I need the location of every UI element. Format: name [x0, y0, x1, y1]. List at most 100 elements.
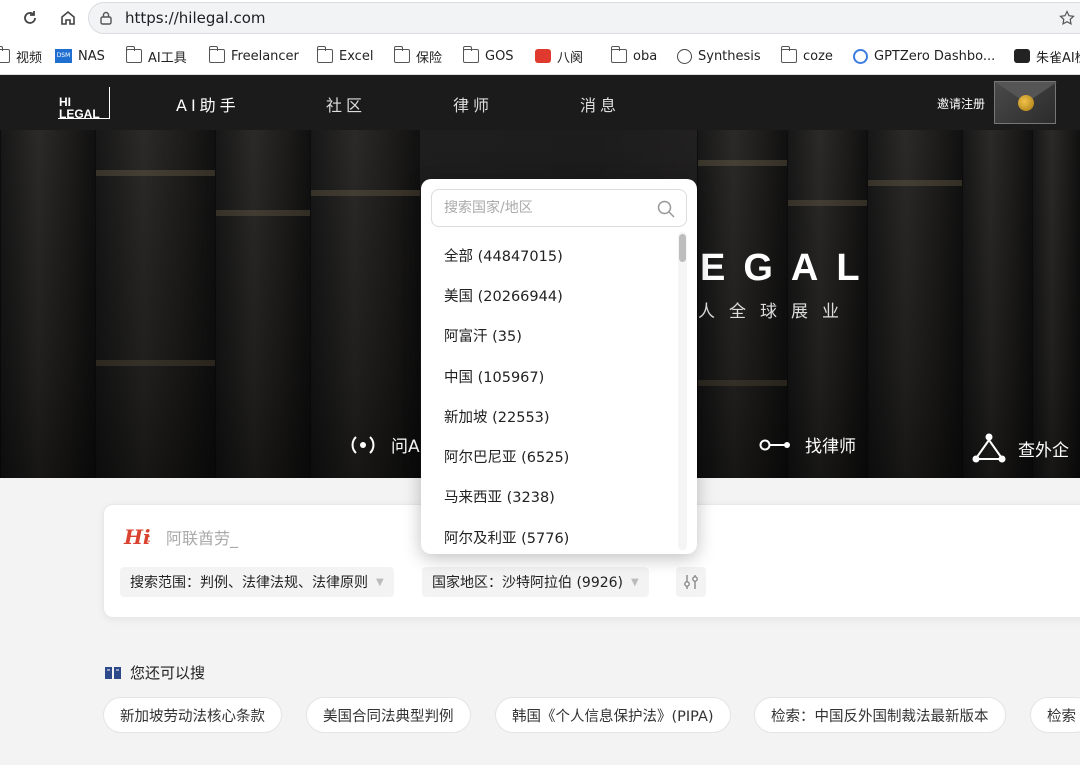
suggestions-title: 您还可以搜 — [104, 662, 205, 683]
folder-icon — [780, 46, 797, 63]
address-bar[interactable]: https://hilegal.com — [88, 2, 1080, 34]
bookmark-item[interactable]: 八阕 — [535, 46, 583, 66]
search-scope-select[interactable]: 搜索范围：判例、法律法规、法律原则 ▼ — [120, 567, 394, 597]
region-select[interactable]: 国家地区：沙特阿拉伯 (9926) ▼ — [422, 567, 649, 597]
dropdown-scroll-track[interactable] — [678, 232, 687, 550]
bookmark-label: GPTZero Dashbo... — [874, 48, 996, 64]
ask-ai-action[interactable]: 问A — [347, 432, 420, 457]
envelope-icon[interactable] — [994, 81, 1057, 124]
folder-icon — [316, 46, 333, 63]
site-info-icon[interactable] — [99, 11, 113, 25]
suggestion-chip[interactable]: 检索 — [1030, 697, 1080, 733]
chevron-down-icon: ▼ — [631, 576, 639, 588]
bookmark-label: 保险 — [416, 50, 443, 66]
dsm-icon: DSM — [55, 49, 72, 63]
key-icon — [759, 439, 790, 450]
folder-icon — [125, 46, 142, 63]
nav-community[interactable]: 社区 — [326, 92, 366, 116]
network-icon — [972, 433, 1006, 463]
search-foreign-company-label: 查外企 — [1018, 440, 1069, 461]
globe-icon — [677, 48, 692, 64]
bookmark-item[interactable]: GOS — [462, 46, 514, 66]
home-icon[interactable] — [56, 6, 80, 30]
region-option[interactable]: 美国 (20266944) — [421, 275, 681, 315]
logo-line-2: LEGAL — [59, 107, 100, 121]
bookmark-label: oba — [633, 48, 658, 64]
reload-icon[interactable] — [18, 6, 42, 30]
folder-icon — [0, 46, 10, 63]
suggestion-chip[interactable]: 美国合同法典型判例 — [306, 697, 471, 733]
folder-icon — [208, 46, 225, 63]
region-option-list: 全部 (44847015) 美国 (20266944) 阿富汗 (35) 中国 … — [421, 235, 681, 554]
search-foreign-company-action[interactable]: 查外企 — [972, 432, 1069, 464]
bookmark-label: AI工具 — [148, 50, 187, 66]
suggestion-chip[interactable]: 新加坡劳动法核心条款 — [103, 697, 282, 733]
red-app-icon — [535, 49, 551, 63]
bookmark-item[interactable]: Synthesis — [677, 46, 761, 66]
bookmark-item[interactable]: 保险 — [393, 46, 443, 66]
nav-lawyers[interactable]: 律师 — [453, 92, 493, 116]
url-text: https://hilegal.com — [125, 9, 266, 27]
nav-messages[interactable]: 消息 — [580, 92, 620, 116]
region-option[interactable]: 阿富汗 (35) — [421, 316, 681, 356]
chevron-down-icon: ▼ — [376, 576, 384, 588]
invite-register-link[interactable]: 邀请注册 — [937, 95, 985, 112]
region-option[interactable]: 新加坡 (22553) — [421, 396, 681, 436]
hilegal-logo[interactable]: HI LEGAL — [58, 87, 110, 121]
broadcast-icon — [351, 435, 375, 454]
book-icon — [105, 666, 121, 679]
dropdown-scrollbar-thumb[interactable] — [679, 234, 686, 262]
search-input[interactable]: 阿联酋劳_ — [166, 525, 238, 549]
folder-icon — [610, 46, 627, 63]
bookmarks-bar: 视频 DSM NAS AI工具 Freelancer Excel 保险 GOS 八… — [0, 42, 1080, 70]
bookmark-item[interactable]: Freelancer — [208, 46, 299, 66]
region-label: 国家地区：沙特阿拉伯 (9926) — [432, 575, 624, 591]
zhuque-icon — [1014, 49, 1030, 63]
bookmark-item[interactable]: AI工具 — [125, 46, 187, 66]
find-lawyer-action[interactable]: 找律师 — [759, 432, 856, 457]
bookmark-label: 视频 — [16, 50, 43, 66]
bookmark-item[interactable]: GPTZero Dashbo... — [853, 46, 995, 66]
sliders-icon — [684, 575, 698, 589]
hi-colon: : — [147, 531, 152, 545]
bookmark-label: 朱雀AI检 — [1036, 50, 1080, 66]
bookmark-label: GOS — [485, 48, 514, 64]
star-icon[interactable] — [1059, 10, 1075, 26]
region-option[interactable]: 全部 (44847015) — [421, 235, 681, 275]
bookmark-label: Freelancer — [231, 48, 299, 64]
folder-icon — [462, 46, 479, 63]
bookmark-label: coze — [803, 48, 833, 64]
bookmark-label: NAS — [78, 48, 105, 64]
nav-ai-assistant[interactable]: AI助手 — [176, 92, 240, 116]
region-option[interactable]: 中国 (105967) — [421, 356, 681, 396]
bookmark-item[interactable]: 朱雀AI检 — [1014, 46, 1080, 66]
search-icon[interactable] — [656, 199, 676, 219]
bookmark-item[interactable]: Excel — [316, 46, 374, 66]
gptzero-icon — [853, 48, 868, 64]
ask-ai-label: 问A — [391, 437, 420, 457]
hero-subtitle: 人全球展业 — [698, 302, 853, 322]
bookmark-item[interactable]: coze — [780, 46, 833, 66]
region-option[interactable]: 阿尔及利亚 (5776) — [421, 517, 681, 554]
bookmark-label: Excel — [339, 48, 374, 64]
folder-icon — [393, 46, 410, 63]
browser-toolbar: https://hilegal.com 视频 DSM NAS AI工具 Freel… — [0, 0, 1080, 75]
region-option[interactable]: 阿尔巴尼亚 (6525) — [421, 436, 681, 476]
bookmark-label: 八阕 — [557, 50, 584, 66]
search-scope-label: 搜索范围：判例、法律法规、法律原则 — [130, 575, 368, 591]
bookmark-item[interactable]: 视频 — [0, 46, 42, 66]
bookmark-item[interactable]: oba — [610, 46, 658, 66]
wax-seal-icon — [1018, 95, 1034, 111]
region-search-field[interactable] — [431, 189, 687, 227]
region-option[interactable]: 马来西亚 (3238) — [421, 477, 681, 517]
bookmark-item[interactable]: DSM NAS — [55, 46, 105, 66]
region-dropdown: 全部 (44847015) 美国 (20266944) 阿富汗 (35) 中国 … — [421, 179, 697, 554]
filter-settings-button[interactable] — [676, 567, 706, 597]
suggestion-chip[interactable]: 韩国《个人信息保护法》(PIPA) — [495, 697, 731, 733]
suggestion-chip[interactable]: 检索：中国反外国制裁法最新版本 — [754, 697, 1006, 733]
bookmark-label: Synthesis — [698, 48, 761, 64]
site-header: HI LEGAL AI助手 社区 律师 消息 邀请注册 — [0, 75, 1080, 130]
hero-title: EGAL — [700, 247, 878, 289]
find-lawyer-label: 找律师 — [805, 437, 856, 457]
region-search-input[interactable] — [444, 200, 644, 216]
